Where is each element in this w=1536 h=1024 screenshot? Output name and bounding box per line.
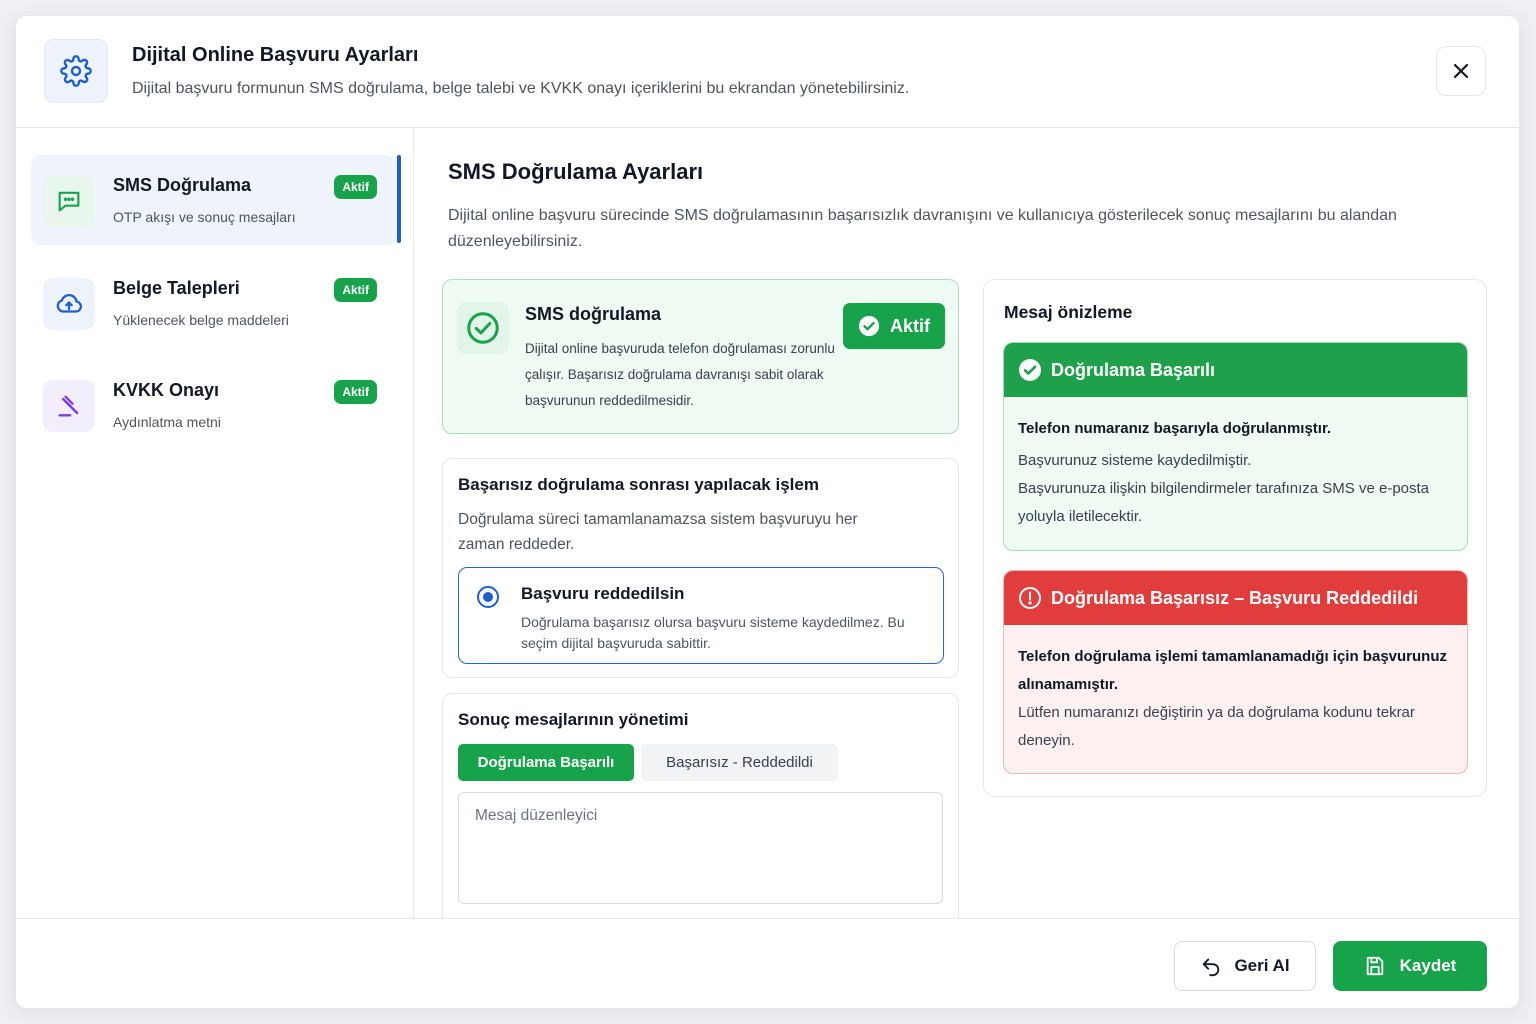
message-preview-card: Mesaj önizleme Doğrulama Başarılı Telefo…	[983, 279, 1487, 797]
status-badge: Aktif	[334, 278, 377, 302]
modal-subtitle: Dijital başvuru formunun SMS doğrulama, …	[132, 80, 910, 97]
reject-application-option[interactable]: Başvuru reddedilsin Doğrulama başarısız …	[458, 567, 944, 664]
sidebar-item-subtitle: Aydınlatma metni	[113, 414, 221, 430]
save-label: Kaydet	[1399, 956, 1457, 975]
tab-failed-rejected[interactable]: Başarısız - Reddedildi	[641, 744, 838, 781]
sidebar-item-title: Belge Talepleri	[113, 278, 240, 298]
active-status-label: Aktif	[890, 315, 930, 336]
cloud-upload-icon	[43, 278, 95, 330]
sidebar-item-title: KVKK Onayı	[113, 380, 220, 400]
check-circle-icon	[457, 302, 509, 354]
gavel-icon	[43, 380, 95, 432]
gear-icon	[44, 39, 108, 103]
active-indicator	[397, 155, 401, 243]
modal-footer: Geri Al Kaydet	[16, 918, 1519, 1008]
message-editor[interactable]	[458, 792, 943, 904]
fail-action-card: Başarısız doğrulama sonrası yapılacak iş…	[442, 458, 959, 678]
modal-header: Dijital Online Başvuru Ayarları Dijital …	[16, 16, 1519, 128]
sidebar-item-title: SMS Doğrulama	[113, 175, 252, 195]
sidebar: SMS Doğrulama OTP akışı ve sonuç mesajla…	[16, 128, 414, 918]
chat-icon	[43, 175, 95, 227]
tab-success[interactable]: Doğrulama Başarılı	[458, 744, 634, 781]
check-circle-icon	[858, 315, 880, 337]
success-preview-heading: Doğrulama Başarılı	[1051, 359, 1216, 380]
close-icon	[1453, 63, 1469, 79]
modal-title: Dijital Online Başvuru Ayarları	[132, 44, 419, 66]
check-circle-icon	[1019, 359, 1041, 381]
status-badge: Aktif	[334, 175, 377, 199]
settings-modal: Dijital Online Başvuru Ayarları Dijital …	[15, 15, 1520, 1009]
active-status-button[interactable]: Aktif	[843, 303, 945, 349]
fail-preview-heading: Doğrulama Başarısız – Başvuru Reddedildi	[1051, 587, 1419, 608]
radio-selected-icon[interactable]	[477, 586, 499, 608]
success-preview-header: Doğrulama Başarılı	[1004, 343, 1467, 397]
messages-title: Sonuç mesajlarının yönetimi	[458, 710, 689, 729]
sms-verification-card: SMS doğrulama Dijital online başvuruda t…	[442, 279, 959, 434]
sidebar-item-sms[interactable]: SMS Doğrulama OTP akışı ve sonuç mesajla…	[31, 155, 401, 245]
sidebar-item-subtitle: OTP akışı ve sonuç mesajları	[113, 209, 296, 225]
result-messages-card: Sonuç mesajlarının yönetimi Doğrulama Ba…	[442, 693, 959, 943]
close-button[interactable]	[1436, 46, 1486, 96]
fail-action-title: Başarısız doğrulama sonrası yapılacak iş…	[458, 475, 819, 494]
option-description: Doğrulama başarısız olursa başvuru siste…	[521, 614, 905, 651]
undo-button[interactable]: Geri Al	[1174, 941, 1316, 991]
page-description: Dijital online başvuru sürecinde SMS doğ…	[448, 207, 1397, 250]
save-button[interactable]: Kaydet	[1333, 941, 1487, 991]
sidebar-item-documents[interactable]: Belge Talepleri Yüklenecek belge maddele…	[31, 258, 397, 348]
sms-card-text: Dijital online başvuruda telefon doğrula…	[525, 341, 835, 408]
option-title: Başvuru reddedilsin	[521, 584, 685, 603]
success-preview-line: Başvurunuz sisteme kaydedilmiştir.	[1018, 452, 1252, 469]
fail-preview-strong: Telefon doğrulama işlemi tamamlanamadığı…	[1018, 648, 1447, 693]
success-preview-strong: Telefon numaranız başarıyla doğrulanmışt…	[1018, 420, 1332, 437]
page-title: SMS Doğrulama Ayarları	[448, 159, 704, 184]
sms-card-title: SMS doğrulama	[525, 304, 662, 324]
sidebar-item-kvkk[interactable]: KVKK Onayı Aydınlatma metni Aktif	[31, 360, 397, 450]
success-preview: Doğrulama Başarılı Telefon numaranız baş…	[1003, 342, 1468, 551]
preview-title: Mesaj önizleme	[1004, 302, 1133, 322]
fail-preview: Doğrulama Başarısız – Başvuru Reddedildi…	[1003, 570, 1468, 774]
alert-circle-icon	[1019, 587, 1041, 609]
fail-action-description: Doğrulama süreci tamamlanamazsa sistem b…	[458, 511, 858, 553]
status-badge: Aktif	[334, 380, 377, 404]
fail-preview-line: Lütfen numaranızı değiştirin ya da doğru…	[1018, 704, 1415, 749]
save-icon	[1366, 956, 1383, 976]
success-preview-line: Başvurunuza ilişkin bilgilendirmeler tar…	[1018, 480, 1430, 525]
fail-preview-header: Doğrulama Başarısız – Başvuru Reddedildi	[1004, 571, 1467, 625]
undo-label: Geri Al	[1234, 956, 1290, 975]
sidebar-item-subtitle: Yüklenecek belge maddeleri	[113, 312, 289, 328]
undo-icon	[1203, 958, 1220, 977]
